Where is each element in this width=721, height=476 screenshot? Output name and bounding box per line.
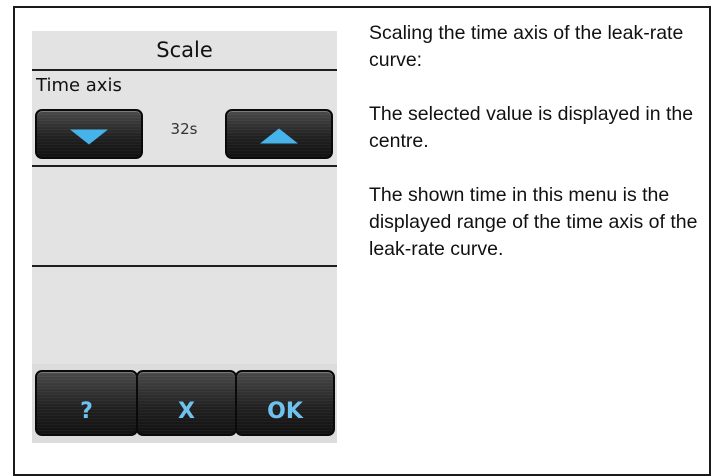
time-axis-label: Time axis bbox=[36, 75, 122, 96]
selected-value: 32s bbox=[170, 120, 198, 138]
description-paragraph: The selected value is displayed in the c… bbox=[369, 103, 694, 152]
cancel-button[interactable]: X bbox=[136, 370, 237, 436]
ok-button[interactable]: OK bbox=[235, 370, 335, 436]
divider bbox=[32, 265, 337, 267]
decrease-button[interactable] bbox=[35, 109, 143, 159]
triangle-down-icon bbox=[70, 129, 108, 145]
device-screen: Scale Time axis 32s ? X OK bbox=[32, 31, 337, 443]
description-paragraph: The shown time in this menu is the displ… bbox=[369, 184, 698, 260]
description-text: Scaling the time axis of the leak-rate c… bbox=[369, 20, 714, 290]
divider bbox=[32, 69, 337, 71]
triangle-up-icon bbox=[260, 128, 298, 144]
description-paragraph: Scaling the time axis of the leak-rate c… bbox=[369, 22, 684, 71]
help-button[interactable]: ? bbox=[35, 370, 138, 436]
divider bbox=[32, 165, 337, 167]
increase-button[interactable] bbox=[225, 109, 333, 159]
screen-title: Scale bbox=[156, 38, 213, 62]
